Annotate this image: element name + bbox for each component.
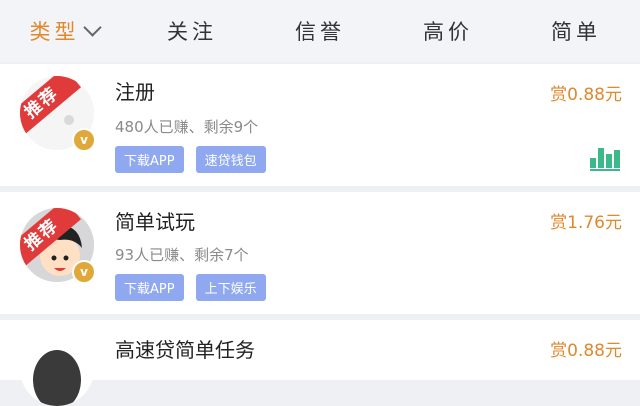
filter-simple-label: 简单 — [551, 20, 601, 44]
task-card[interactable]: 高速贷简单任务 赏0.88元 — [0, 320, 640, 406]
filter-bar: 类型 关注 信誉 高价 简单 — [0, 0, 640, 62]
task-card[interactable]: 推荐 v 简单试玩 93人已赚、剩余7个 下载APP 上下娱乐 赏1.76元 — [0, 192, 640, 314]
task-avatar: 推荐 v — [20, 208, 96, 284]
task-meta: 480人已赚、剩余9个 — [115, 118, 259, 136]
filter-high-price[interactable]: 高价 — [384, 16, 512, 46]
task-tag: 上下娱乐 — [195, 274, 266, 301]
filter-follow[interactable]: 关注 — [128, 16, 256, 46]
filter-type[interactable]: 类型 — [0, 16, 128, 46]
task-avatar: 推荐 v — [20, 76, 96, 152]
task-tags: 下载APP 上下娱乐 — [115, 274, 266, 301]
task-tag: 下载APP — [115, 146, 184, 173]
filter-type-label: 类型 — [29, 20, 80, 44]
v-badge-icon: v — [72, 128, 96, 152]
task-title: 简单试玩 — [115, 210, 195, 234]
task-meta: 93人已赚、剩余7个 — [115, 246, 249, 264]
filter-reputation-label: 信誉 — [295, 20, 345, 44]
task-tags: 下载APP 速贷钱包 — [115, 146, 266, 173]
task-tag: 速贷钱包 — [195, 146, 266, 173]
avatar — [20, 332, 94, 406]
filter-reputation[interactable]: 信誉 — [256, 16, 384, 46]
cartoon-avatar-icon — [20, 332, 94, 406]
filter-high-price-label: 高价 — [423, 20, 473, 44]
task-reward: 赏1.76元 — [550, 213, 622, 233]
task-avatar — [20, 332, 94, 406]
filter-follow-label: 关注 — [167, 20, 217, 44]
task-reward: 赏0.88元 — [550, 85, 622, 105]
task-tag: 下载APP — [115, 274, 184, 301]
task-reward: 赏0.88元 — [550, 341, 622, 361]
task-title: 高速贷简单任务 — [115, 338, 255, 362]
chevron-down-icon — [82, 17, 102, 37]
task-title: 注册 — [115, 80, 155, 104]
task-card[interactable]: 推荐 v 注册 480人已赚、剩余9个 下载APP 速贷钱包 赏0.88元 — [0, 64, 640, 186]
bar-chart-icon[interactable] — [590, 146, 620, 171]
filter-simple[interactable]: 简单 — [512, 16, 640, 46]
v-badge-icon: v — [72, 260, 96, 284]
